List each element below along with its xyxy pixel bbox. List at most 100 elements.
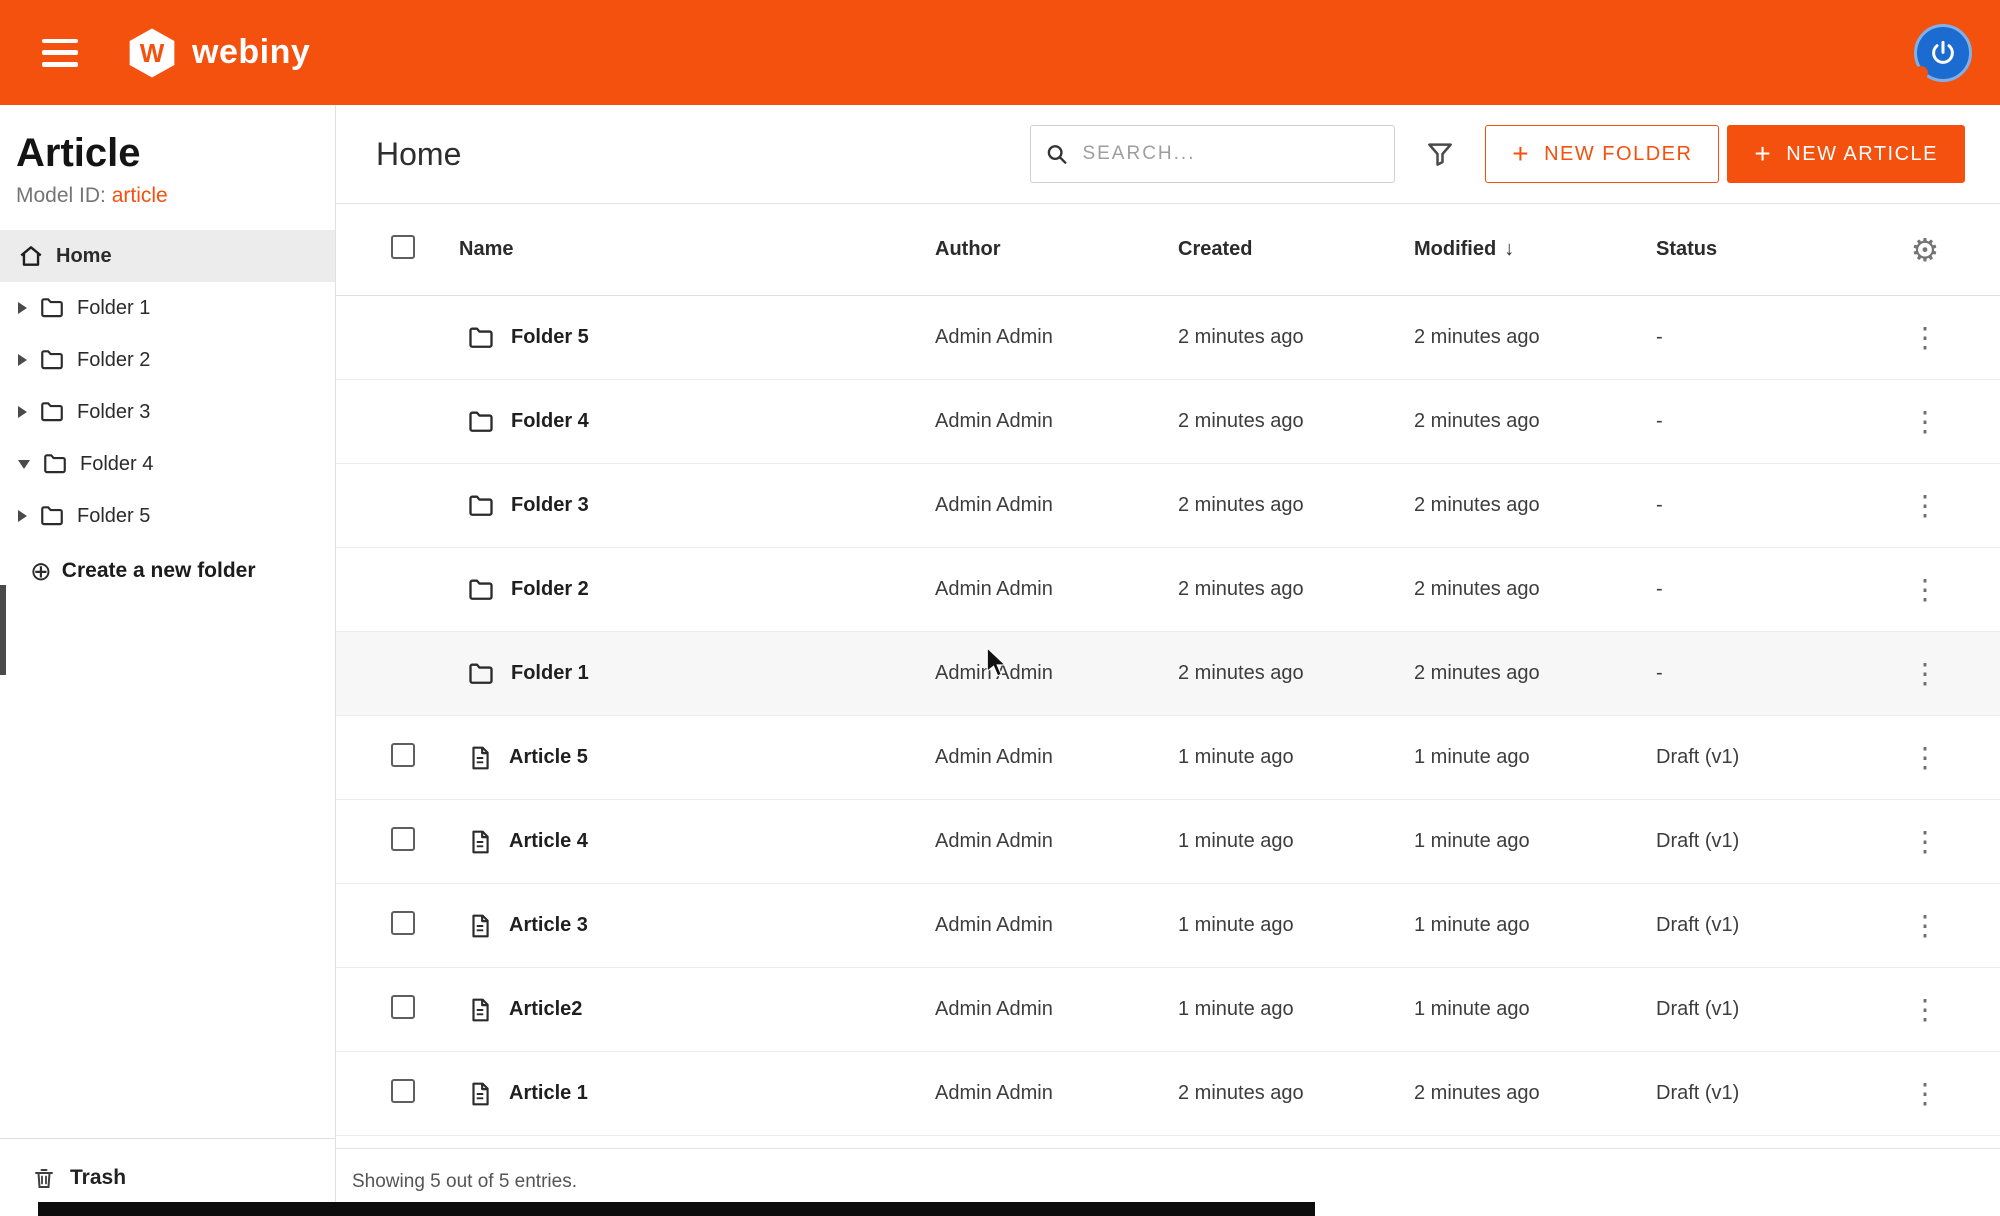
- row-status: Draft (v1): [1656, 1082, 1895, 1105]
- table-row[interactable]: Article 5 Admin Admin 1 minute ago 1 min…: [336, 716, 2000, 800]
- model-id-label: Model ID:: [16, 184, 106, 207]
- search-icon: [1045, 141, 1068, 167]
- row-status: Draft (v1): [1656, 914, 1895, 937]
- column-header-status[interactable]: Status: [1656, 238, 1895, 261]
- table-header-row: Name Author Created Modified↓ Status ⚙: [336, 204, 2000, 296]
- row-name[interactable]: Folder 3: [459, 492, 935, 520]
- row-menu-icon[interactable]: ⋮: [1911, 492, 1939, 520]
- progress-bar: [38, 1202, 1315, 1216]
- sidebar-item-folder-3[interactable]: Folder 3: [0, 386, 335, 438]
- table-row[interactable]: Article 3 Admin Admin 1 minute ago 1 min…: [336, 884, 2000, 968]
- row-name[interactable]: Article 3: [459, 912, 935, 940]
- sidebar-item-home[interactable]: Home: [0, 230, 335, 282]
- sidebar-item-folder-4[interactable]: Folder 4: [0, 438, 335, 490]
- table-row[interactable]: Folder 1 Admin Admin 2 minutes ago 2 min…: [336, 632, 2000, 716]
- row-menu-icon[interactable]: ⋮: [1911, 828, 1939, 856]
- sidebar-item-folder-2[interactable]: Folder 2: [0, 334, 335, 386]
- model-title: Article: [16, 131, 335, 176]
- table-row[interactable]: Article2 Admin Admin 1 minute ago 1 minu…: [336, 968, 2000, 1052]
- row-author: Admin Admin: [935, 326, 1178, 349]
- chevron-right-icon[interactable]: [18, 354, 27, 366]
- table-row[interactable]: Folder 2 Admin Admin 2 minutes ago 2 min…: [336, 548, 2000, 632]
- row-menu-icon[interactable]: ⋮: [1911, 744, 1939, 772]
- document-icon: [467, 828, 493, 856]
- row-menu-icon[interactable]: ⋮: [1911, 660, 1939, 688]
- table-row[interactable]: Folder 5 Admin Admin 2 minutes ago 2 min…: [336, 296, 2000, 380]
- row-name[interactable]: Folder 2: [459, 576, 935, 604]
- row-status: -: [1656, 662, 1895, 685]
- trash-label: Trash: [70, 1166, 126, 1190]
- row-menu-icon[interactable]: ⋮: [1911, 912, 1939, 940]
- model-id-value: article: [112, 184, 168, 207]
- column-header-name[interactable]: Name: [459, 238, 935, 261]
- row-menu-icon[interactable]: ⋮: [1911, 576, 1939, 604]
- table-row[interactable]: Article 1 Admin Admin 2 minutes ago 2 mi…: [336, 1052, 2000, 1136]
- scrollbar-thumb[interactable]: [0, 585, 6, 675]
- row-menu-icon[interactable]: ⋮: [1911, 408, 1939, 436]
- column-header-created[interactable]: Created: [1178, 238, 1414, 261]
- row-author: Admin Admin: [935, 914, 1178, 937]
- row-created: 2 minutes ago: [1178, 494, 1414, 517]
- sidebar-item-folder-1[interactable]: Folder 1: [0, 282, 335, 334]
- folder-icon: [42, 451, 68, 477]
- row-created: 2 minutes ago: [1178, 410, 1414, 433]
- menu-icon[interactable]: [42, 39, 78, 67]
- row-name[interactable]: Article2: [459, 996, 935, 1024]
- new-folder-button[interactable]: + NEW FOLDER: [1485, 125, 1719, 183]
- row-name[interactable]: Article 4: [459, 828, 935, 856]
- row-created: 2 minutes ago: [1178, 326, 1414, 349]
- column-header-modified[interactable]: Modified↓: [1414, 238, 1656, 261]
- chevron-right-icon[interactable]: [18, 406, 27, 418]
- table-settings-icon[interactable]: ⚙: [1911, 234, 1940, 266]
- column-header-author[interactable]: Author: [935, 238, 1178, 261]
- sort-desc-icon: ↓: [1504, 238, 1514, 260]
- folder-icon: [467, 324, 495, 352]
- row-name[interactable]: Folder 5: [459, 324, 935, 352]
- row-status: Draft (v1): [1656, 830, 1895, 853]
- document-icon: [467, 912, 493, 940]
- row-author: Admin Admin: [935, 1082, 1178, 1105]
- table-row[interactable]: Folder 3 Admin Admin 2 minutes ago 2 min…: [336, 464, 2000, 548]
- folder-tree: Home Folder 1 Folder 2: [0, 230, 335, 542]
- row-status: -: [1656, 326, 1895, 349]
- new-article-button[interactable]: + NEW ARTICLE: [1727, 125, 1965, 183]
- chevron-down-icon[interactable]: [18, 460, 30, 469]
- row-checkbox[interactable]: [391, 911, 415, 935]
- row-name[interactable]: Folder 4: [459, 408, 935, 436]
- main-content: Home + NEW FOLDER + NEW ARTICLE: [336, 105, 2000, 1216]
- row-checkbox[interactable]: [391, 743, 415, 767]
- breadcrumb-title: Home: [376, 136, 461, 173]
- row-checkbox[interactable]: [391, 827, 415, 851]
- row-menu-icon[interactable]: ⋮: [1911, 1080, 1939, 1108]
- table-row[interactable]: Article 4 Admin Admin 1 minute ago 1 min…: [336, 800, 2000, 884]
- row-created: 1 minute ago: [1178, 914, 1414, 937]
- row-name[interactable]: Article 5: [459, 744, 935, 772]
- row-created: 1 minute ago: [1178, 746, 1414, 769]
- row-status: -: [1656, 410, 1895, 433]
- chevron-right-icon[interactable]: [18, 302, 27, 314]
- folder-icon: [467, 576, 495, 604]
- account-button[interactable]: [1914, 24, 1972, 82]
- document-icon: [467, 1080, 493, 1108]
- row-status: Draft (v1): [1656, 746, 1895, 769]
- table-row[interactable]: Folder 4 Admin Admin 2 minutes ago 2 min…: [336, 380, 2000, 464]
- entries-count: Showing 5 out of 5 entries.: [336, 1148, 2000, 1193]
- filter-icon[interactable]: [1425, 139, 1455, 169]
- row-modified: 1 minute ago: [1414, 830, 1656, 853]
- row-checkbox[interactable]: [391, 995, 415, 1019]
- row-author: Admin Admin: [935, 662, 1178, 685]
- row-name[interactable]: Folder 1: [459, 660, 935, 688]
- row-menu-icon[interactable]: ⋮: [1911, 324, 1939, 352]
- row-name[interactable]: Article 1: [459, 1080, 935, 1108]
- row-checkbox[interactable]: [391, 1079, 415, 1103]
- svg-text:W: W: [140, 37, 165, 67]
- row-created: 2 minutes ago: [1178, 578, 1414, 601]
- sidebar-item-folder-5[interactable]: Folder 5: [0, 490, 335, 542]
- row-menu-icon[interactable]: ⋮: [1911, 996, 1939, 1024]
- row-author: Admin Admin: [935, 578, 1178, 601]
- create-folder-button[interactable]: ⊕ Create a new folder: [0, 558, 335, 584]
- search-box: [1030, 125, 1395, 183]
- search-input[interactable]: [1080, 142, 1380, 166]
- select-all-checkbox[interactable]: [391, 235, 415, 259]
- chevron-right-icon[interactable]: [18, 510, 27, 522]
